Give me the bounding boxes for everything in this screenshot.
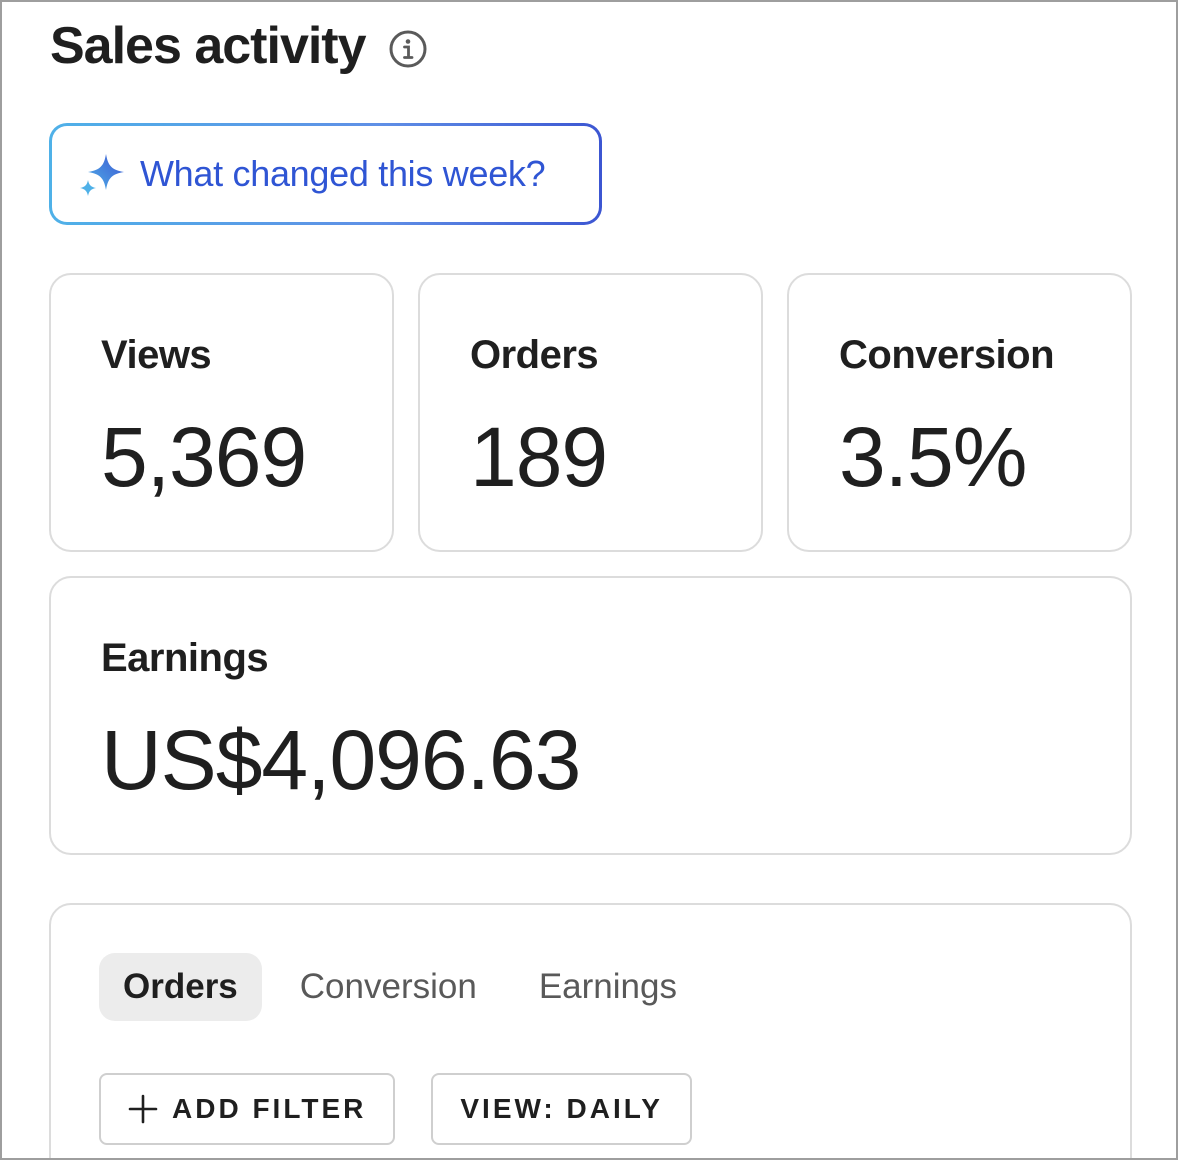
orders-label: Orders xyxy=(470,333,599,377)
views-label: Views xyxy=(101,333,212,377)
chart-tabs: Orders Conversion Earnings xyxy=(99,953,715,1021)
conversion-label: Conversion xyxy=(839,333,1055,377)
view-daily-button[interactable]: VIEW: DAILY xyxy=(431,1073,692,1145)
plus-icon xyxy=(128,1094,158,1124)
chart-controls: ADD FILTER VIEW: DAILY xyxy=(99,1073,692,1145)
views-card: Views 5,369 xyxy=(49,273,394,552)
sparkle-icon xyxy=(78,150,126,198)
earnings-value: US$4,096.63 xyxy=(101,713,581,807)
conversion-card: Conversion 3.5% xyxy=(787,273,1132,552)
add-filter-label: ADD FILTER xyxy=(172,1093,367,1124)
conversion-value: 3.5% xyxy=(839,410,1027,504)
orders-card: Orders 189 xyxy=(418,273,763,552)
tab-earnings[interactable]: Earnings xyxy=(515,953,701,1021)
orders-value: 189 xyxy=(470,410,608,504)
earnings-label: Earnings xyxy=(101,636,269,680)
header: Sales activity xyxy=(50,14,428,78)
info-icon[interactable] xyxy=(388,29,428,69)
chart-panel: Orders Conversion Earnings ADD FILTER VI… xyxy=(49,903,1132,1158)
tab-conversion[interactable]: Conversion xyxy=(276,953,501,1021)
sales-activity-panel: Sales activity What changed this week? V… xyxy=(0,0,1178,1160)
tab-orders[interactable]: Orders xyxy=(99,953,262,1021)
add-filter-button[interactable]: ADD FILTER xyxy=(99,1073,396,1145)
earnings-card: Earnings US$4,096.63 xyxy=(49,576,1132,855)
views-value: 5,369 xyxy=(101,410,307,504)
view-daily-label: VIEW: DAILY xyxy=(460,1093,663,1124)
what-changed-label: What changed this week? xyxy=(140,153,546,194)
page-title: Sales activity xyxy=(50,17,367,75)
what-changed-button[interactable]: What changed this week? xyxy=(49,123,602,225)
